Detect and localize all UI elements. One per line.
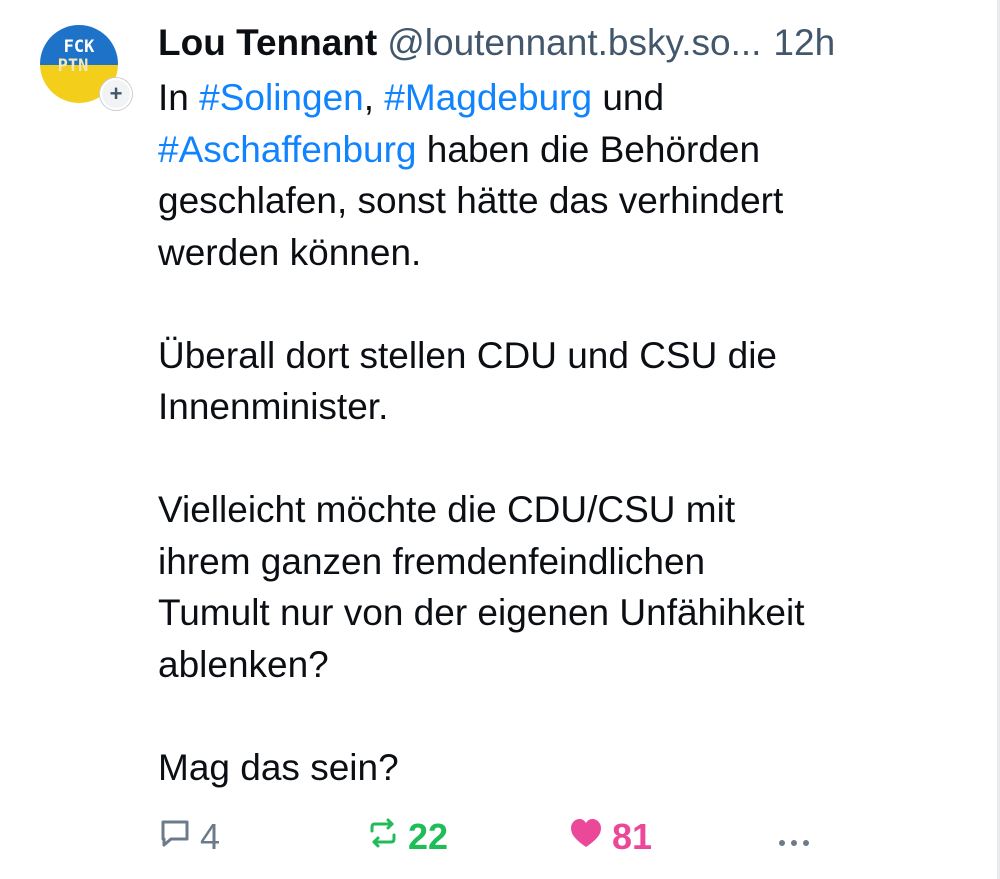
reply-count: 4	[200, 816, 221, 857]
hashtag-link[interactable]: #Magdeburg	[384, 77, 592, 118]
paragraph-break	[158, 278, 978, 330]
post-text-segment: haben die Behörden	[416, 128, 761, 170]
post-line: ablenken?	[158, 643, 329, 685]
post-line: Mag das sein?	[158, 746, 399, 788]
post-actions: 4 22 81	[158, 812, 858, 862]
hashtag-link[interactable]: #Solingen	[199, 77, 364, 118]
author-display-name[interactable]: Lou Tennant	[158, 22, 377, 63]
heart-icon	[568, 816, 604, 859]
author-avatar-group[interactable]: FCK PTN +	[40, 25, 134, 110]
avatar-text-bottom: PTN	[57, 56, 89, 76]
post-line: Überall dort stellen CDU und CSU die	[158, 334, 777, 376]
post-line: geschlafen, sonst hätte das verhindert	[158, 180, 784, 221]
repost-button[interactable]: 22	[366, 812, 448, 862]
post-line: werden können.	[158, 231, 422, 273]
post-header: Lou Tennant @loutennant.bsky.so... 12h	[158, 18, 978, 68]
reply-button[interactable]: 4	[158, 812, 220, 862]
post-line: Vielleicht möchte die CDU/CSU mit	[158, 489, 736, 530]
repost-count: 22	[408, 816, 449, 857]
post-text-segment: und	[592, 77, 665, 118]
post-line: Tumult nur von der eigenen Unfähihkeit	[158, 592, 805, 633]
reply-bubble-icon	[158, 816, 192, 859]
post-line: In #Solingen, #Magdeburg und	[158, 72, 978, 124]
follow-plus-button[interactable]: +	[100, 78, 132, 110]
paragraph-break	[158, 690, 978, 742]
hashtag-link[interactable]: #Aschaffenburg	[158, 129, 417, 170]
ellipsis-icon	[776, 816, 812, 858]
post-timestamp[interactable]: 12h	[773, 22, 835, 63]
like-count: 81	[612, 816, 653, 857]
post-text-segment: ,	[363, 77, 385, 118]
post-line: ihrem ganzen fremdenfeindlichen	[158, 540, 706, 582]
like-button[interactable]: 81	[568, 812, 652, 862]
post-text-segment: In	[158, 77, 200, 118]
avatar-text-top: FCK	[63, 37, 95, 57]
repost-arrows-icon	[366, 816, 400, 859]
post-body: In #Solingen, #Magdeburg und #Aschaffenb…	[158, 72, 978, 793]
paragraph-break	[158, 433, 978, 485]
post-line: Innenminister.	[158, 386, 389, 427]
post-line: #Aschaffenburg haben die Behörden	[158, 124, 978, 176]
author-handle[interactable]: @loutennant.bsky.so...	[387, 22, 761, 63]
feed-post[interactable]: FCK PTN + Lou Tennant @loutennant.bsky.so…	[0, 0, 1000, 879]
more-options-button[interactable]	[776, 812, 820, 862]
